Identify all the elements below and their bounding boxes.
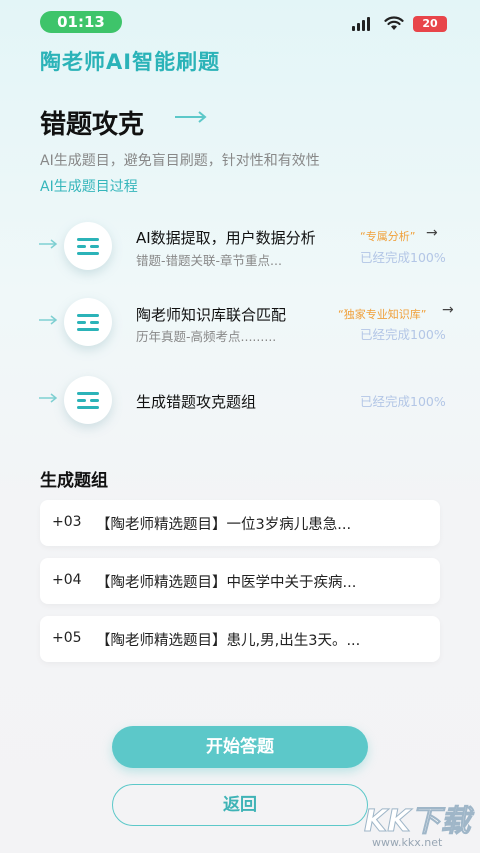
- step-icon: [64, 222, 112, 270]
- process-link[interactable]: AI生成题目过程: [40, 176, 138, 196]
- wifi-icon: [384, 16, 404, 30]
- question-number: +05: [52, 630, 82, 646]
- arrow-right-icon: [39, 393, 58, 403]
- section-title: 错题攻克: [40, 110, 145, 140]
- battery-icon: 20: [413, 16, 447, 32]
- process-step-1: AI数据提取，用户数据分析 错题-错题关联-章节重点... “专属分析” → 已…: [0, 216, 480, 276]
- step-status: 已经完成100%: [360, 394, 446, 409]
- question-card[interactable]: +05 【陶老师精选题目】患儿,男,出生3天。...: [40, 616, 440, 662]
- process-step-2: 陶老师知识库联合匹配 历年真题-高频考点......... “独家专业知识库” …: [0, 292, 480, 352]
- status-time: 01:13: [40, 11, 122, 33]
- arrow-right-icon: [39, 315, 58, 325]
- question-number: +04: [52, 572, 82, 588]
- watermark-logo: KK下载: [364, 804, 471, 840]
- tag-arrow: →: [442, 302, 454, 318]
- step-status: 已经完成100%: [360, 327, 446, 342]
- tag-arrow: →: [426, 225, 438, 241]
- back-button[interactable]: 返回: [112, 784, 368, 826]
- step-status: 已经完成100%: [360, 250, 446, 265]
- step-title: 陶老师知识库联合匹配: [136, 306, 287, 324]
- step-icon: [64, 376, 112, 424]
- question-text: 【陶老师精选题目】患儿,男,出生3天。...: [96, 633, 361, 649]
- question-number: +03: [52, 514, 82, 530]
- question-text: 【陶老师精选题目】一位3岁病儿患急...: [96, 517, 352, 533]
- step-subtitle: 历年真题-高频考点.........: [136, 329, 277, 344]
- question-card[interactable]: +04 【陶老师精选题目】中医学中关于疾病...: [40, 558, 440, 604]
- generated-title: 生成题组: [40, 471, 108, 491]
- battery-level: 20: [422, 17, 438, 30]
- question-card[interactable]: +03 【陶老师精选题目】一位3岁病儿患急...: [40, 500, 440, 546]
- step-subtitle: 错题-错题关联-章节重点...: [136, 253, 282, 268]
- arrow-right-icon: [39, 239, 58, 249]
- step-title: AI数据提取，用户数据分析: [136, 229, 316, 247]
- step-tag: “独家专业知识库”: [338, 308, 427, 321]
- section-subtitle: AI生成题目，避免盲目刷题，针对性和有效性: [40, 153, 320, 169]
- process-step-3: 生成错题攻克题组 已经完成100%: [0, 370, 480, 430]
- step-title: 生成错题攻克题组: [136, 393, 257, 411]
- title-arrow-icon: [175, 111, 207, 123]
- signal-icon: [352, 17, 374, 31]
- start-answer-button[interactable]: 开始答题: [112, 726, 368, 768]
- question-text: 【陶老师精选题目】中医学中关于疾病...: [96, 575, 357, 591]
- watermark-url: www.kkx.net: [372, 836, 443, 849]
- step-icon: [64, 298, 112, 346]
- app-title: 陶老师AI智能刷题: [40, 50, 221, 74]
- status-bar: 01:13 20: [0, 0, 480, 46]
- step-tag: “专属分析”: [360, 230, 416, 243]
